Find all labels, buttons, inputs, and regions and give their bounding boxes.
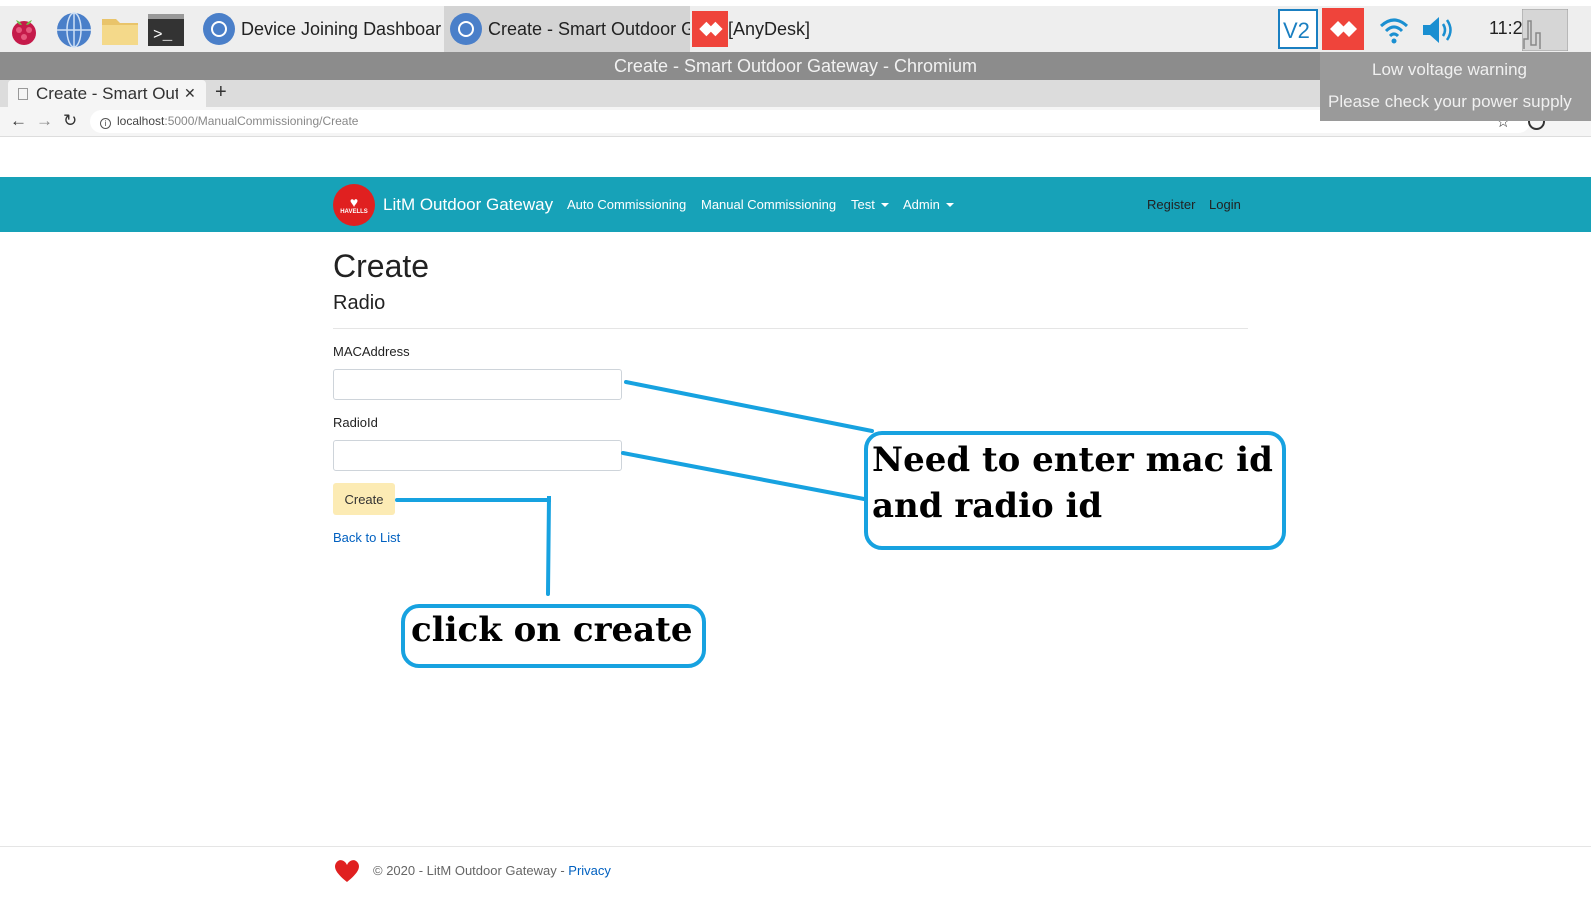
connector-create [395, 495, 551, 596]
vnc-icon[interactable]: V2 [1278, 9, 1318, 49]
svg-text:>_: >_ [153, 26, 173, 44]
taskbar-item-anydesk[interactable]: [AnyDesk] [692, 6, 938, 52]
annotation-click-create: click on create [401, 604, 706, 668]
footer-divider [0, 846, 1591, 847]
havells-logo[interactable]: ♥ HAVELLS [333, 184, 375, 226]
svg-text:V2: V2 [1283, 18, 1310, 43]
low-voltage-notification[interactable]: Low voltage warning Please check your po… [1320, 52, 1591, 121]
taskbar-item-label: Create - Smart Outdoor G... [488, 18, 690, 39]
nav-admin-label: Admin [903, 197, 940, 212]
annotation-line: and radio id [872, 486, 1103, 526]
footer-logo-icon [335, 860, 359, 882]
mac-address-input[interactable] [333, 369, 622, 400]
url-path: :5000/ManualCommissioning/Create [164, 114, 359, 128]
annotation-line: Need to enter mac id [872, 440, 1273, 480]
create-button[interactable]: Create [333, 483, 395, 515]
nav-register[interactable]: Register [1147, 197, 1195, 212]
chromium-icon [203, 13, 235, 45]
cpu-monitor-icon[interactable] [1522, 9, 1568, 51]
privacy-link[interactable]: Privacy [568, 863, 611, 878]
notification-message: Please check your power supply [1328, 92, 1572, 111]
browser-tab[interactable]: Create - Smart Out ✕ [8, 80, 206, 107]
taskbar-item-create[interactable]: Create - Smart Outdoor G... [444, 6, 690, 52]
taskbar-item-device-dashboard[interactable]: Device Joining Dashboar... [197, 6, 441, 52]
page-favicon-icon [18, 87, 28, 100]
footer: © 2020 - LitM Outdoor Gateway - Privacy [373, 863, 611, 878]
new-tab-icon[interactable]: + [215, 81, 227, 104]
nav-manual-commissioning[interactable]: Manual Commissioning [701, 197, 836, 212]
anydesk-icon [692, 11, 728, 47]
web-browser-icon[interactable] [54, 10, 94, 50]
connector-radio [621, 451, 866, 501]
terminal-icon[interactable]: >_ [146, 10, 186, 50]
chromium-icon [450, 13, 482, 45]
caret-down-icon [880, 203, 889, 207]
connector-mac [624, 380, 874, 433]
annotation-line: click on create [411, 610, 693, 650]
forward-arrow-icon[interactable]: → [36, 111, 53, 131]
footer-copyright: © 2020 - LitM Outdoor Gateway - [373, 863, 569, 878]
radio-id-input[interactable] [333, 440, 622, 471]
info-icon[interactable]: i [100, 118, 111, 129]
taskbar: >_ Device Joining Dashboar... Create - S… [0, 0, 1591, 52]
browser-tab-title: Create - Smart Out [36, 83, 178, 103]
reload-icon[interactable]: ↻ [63, 111, 77, 131]
anydesk-tray-icon[interactable] [1322, 8, 1364, 50]
brand-name[interactable]: LitM Outdoor Gateway [383, 195, 553, 215]
caret-down-icon [945, 203, 954, 207]
page-title: Create [333, 248, 430, 284]
taskbar-item-label: Device Joining Dashboar... [241, 18, 441, 39]
logo-mark-icon: ♥ [349, 193, 359, 210]
back-to-list-link[interactable]: Back to List [333, 530, 400, 545]
mac-address-label: MACAddress [333, 344, 410, 359]
annotation-enter-ids: Need to enter mac id and radio id [864, 431, 1286, 550]
url-host: localhost [117, 114, 165, 128]
back-arrow-icon[interactable]: ← [10, 111, 27, 131]
nav-test-dropdown[interactable]: Test [851, 197, 889, 212]
taskbar-item-label: [AnyDesk] [728, 18, 811, 39]
raspberry-menu-icon[interactable] [4, 10, 44, 50]
file-manager-icon[interactable] [100, 10, 140, 50]
page-subtitle: Radio [333, 292, 386, 314]
wifi-icon[interactable] [1374, 10, 1414, 50]
nav-admin-dropdown[interactable]: Admin [903, 197, 954, 212]
logo-text: HAVELLS [340, 208, 368, 215]
nav-login[interactable]: Login [1209, 197, 1241, 212]
nav-auto-commissioning[interactable]: Auto Commissioning [567, 197, 686, 212]
url-field[interactable]: i localhost:5000/ManualCommissioning/Crea… [90, 110, 1530, 133]
nav-test-label: Test [851, 197, 875, 212]
notification-title: Low voltage warning [1372, 60, 1527, 79]
divider [333, 328, 1248, 329]
site-navbar: ♥ HAVELLS LitM Outdoor Gateway Auto Comm… [0, 177, 1591, 232]
radio-id-label: RadioId [333, 415, 378, 430]
volume-icon[interactable] [1418, 10, 1458, 50]
close-tab-icon[interactable]: ✕ [184, 85, 196, 102]
